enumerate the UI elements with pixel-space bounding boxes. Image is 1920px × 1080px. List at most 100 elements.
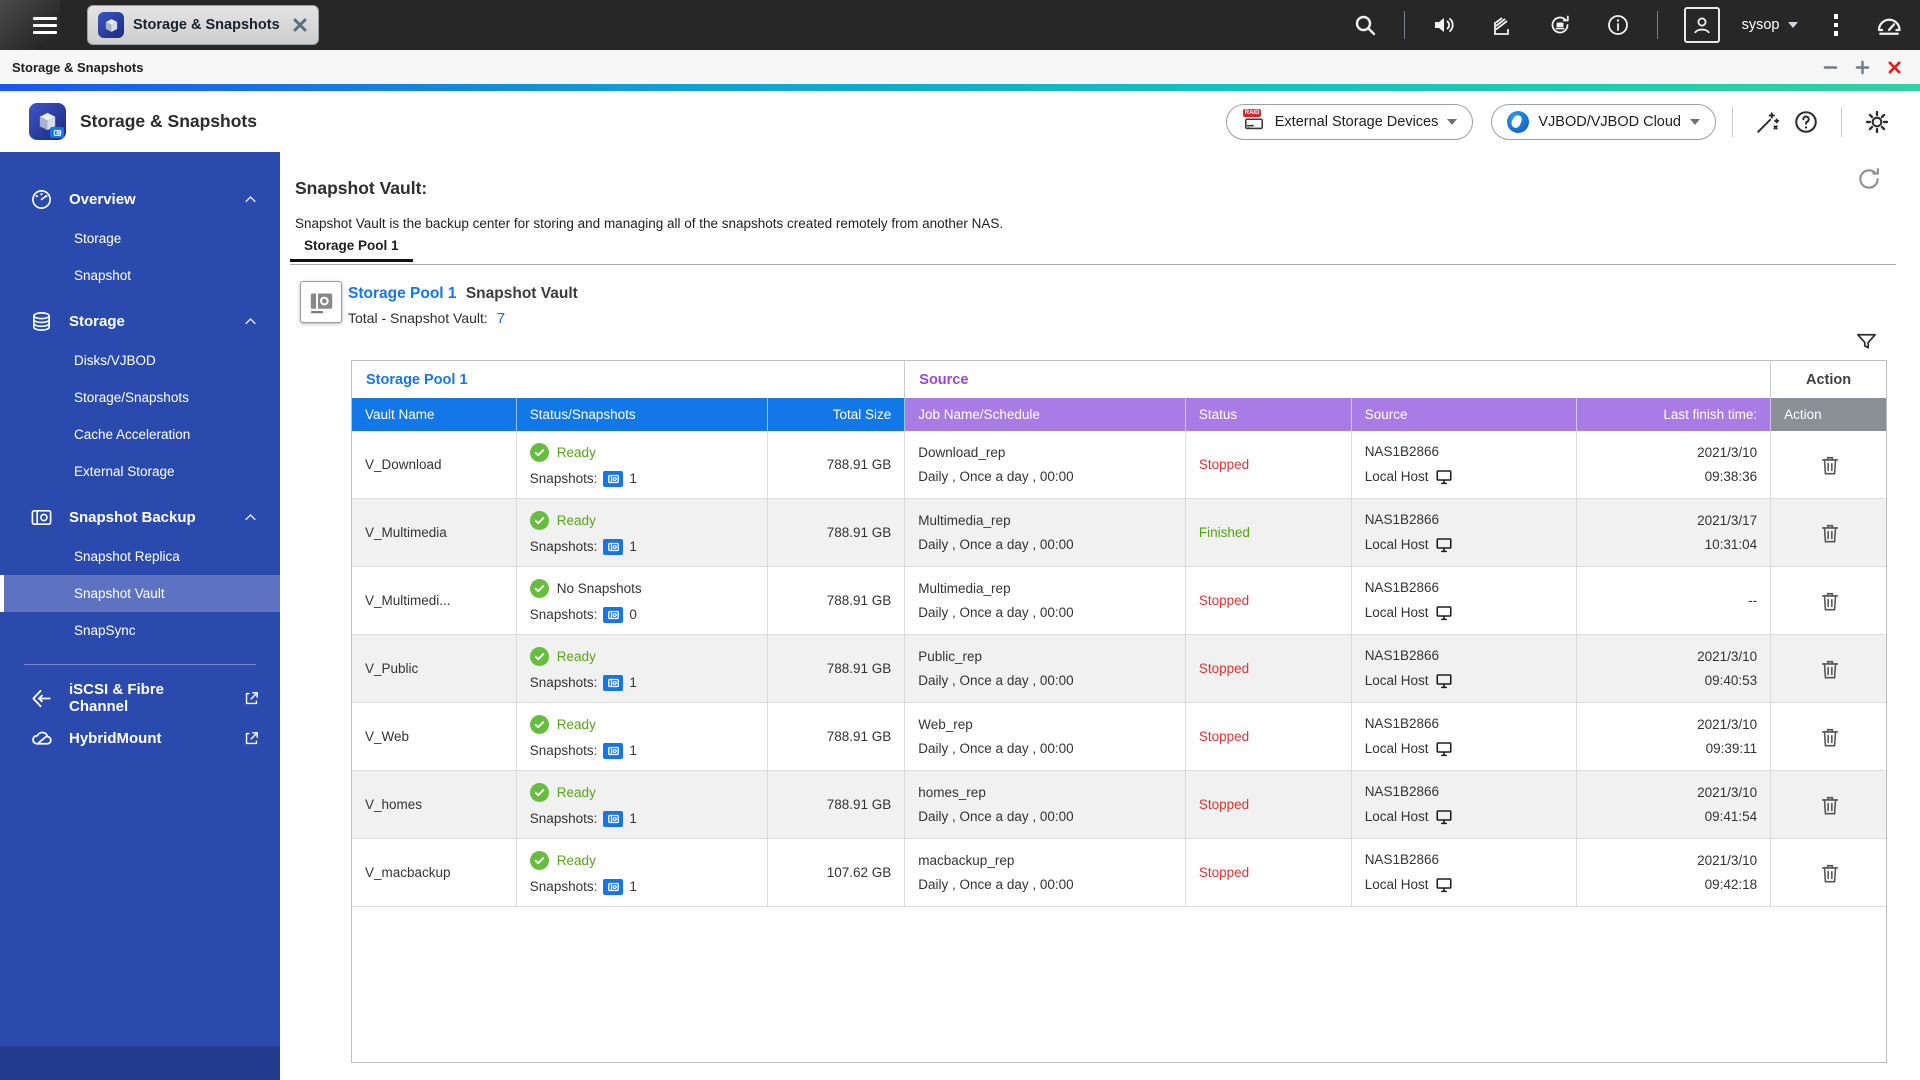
close-window-icon[interactable] [1887,60,1902,75]
table-row[interactable]: V_Web Ready Snapshots: 1 788.91 GB Web_r… [352,703,1886,771]
background-tasks-icon[interactable] [1490,13,1514,37]
filter-icon[interactable] [1855,330,1878,353]
main-menu-icon[interactable] [33,16,57,34]
source-cell: NAS1B2866 Local Host [1352,499,1578,566]
header-separator [1732,106,1733,137]
snapshots-label: Snapshots: [529,607,598,622]
pool-link[interactable]: Storage Pool 1 [348,285,457,302]
vjbod-cloud-button[interactable]: VJBOD/VJBOD Cloud [1491,103,1716,140]
action-cell [1771,839,1886,906]
job-schedule: Daily , Once a day , 00:00 [918,673,1074,688]
job-status-cell: Stopped [1186,839,1352,906]
sidebar-group-snapshot-backup[interactable]: Snapshot Backup [0,496,280,538]
finish-time: 10:31:04 [1704,537,1758,552]
vjbod-icon [1507,110,1530,133]
header-separator [1841,106,1842,137]
col-status[interactable]: Status [1185,398,1352,431]
source-name: NAS1B2866 [1364,851,1439,867]
col-total-size[interactable]: Total Size [768,398,906,431]
delete-vault-icon[interactable] [1819,658,1841,680]
status-snapshots-cell: No Snapshots Snapshots: 0 [517,567,769,634]
sidebar-item-snapsync[interactable]: SnapSync [0,612,280,649]
sidebar-item-overview-snapshot[interactable]: Snapshot [0,257,280,294]
sidebar-item-hybridmount[interactable]: HybridMount [0,718,280,758]
finish-time: 09:40:53 [1704,673,1758,688]
sidebar-group-overview[interactable]: Overview [0,178,280,220]
table-row[interactable]: V_Public Ready Snapshots: 1 788.91 GB Pu… [352,635,1886,703]
vault-name-cell: V_homes [352,771,517,838]
delete-vault-icon[interactable] [1819,862,1841,884]
gear-icon[interactable] [1864,109,1890,135]
sidebar-item-external-storage[interactable]: External Storage [0,453,280,490]
col-vault-name[interactable]: Vault Name [352,398,517,431]
user-menu[interactable]: sysop [1742,17,1798,33]
total-size-cell: 788.91 GB [768,771,906,838]
info-icon[interactable] [1606,13,1630,37]
table-row[interactable]: V_Multimedi... No Snapshots Snapshots: 0… [352,567,1886,635]
window-titlebar: Storage & Snapshots [0,50,1920,84]
job-status-cell: Stopped [1186,771,1352,838]
chevron-down-icon [1787,22,1798,28]
avatar[interactable] [1683,7,1720,43]
table-row[interactable]: V_homes Ready Snapshots: 1 788.91 GB hom… [352,771,1886,839]
sidebar-item-snapshot-replica[interactable]: Snapshot Replica [0,538,280,575]
delete-vault-icon[interactable] [1819,590,1841,612]
delete-vault-icon[interactable] [1819,454,1841,476]
source-name: NAS1B2866 [1364,511,1439,527]
status-snapshots-cell: Ready Snapshots: 1 [517,703,769,770]
col-job-name[interactable]: Job Name/Schedule [905,398,1186,431]
delete-vault-icon[interactable] [1819,726,1841,748]
col-status-snapshots[interactable]: Status/Snapshots [516,398,769,431]
sidebar-item-snapshot-vault[interactable]: Snapshot Vault [0,575,280,612]
table-row[interactable]: V_Multimedia Ready Snapshots: 1 788.91 G… [352,499,1886,567]
status-snapshots-cell: Ready Snapshots: 1 [517,499,769,566]
tab-storage-pool-1[interactable]: Storage Pool 1 [290,238,413,262]
sidebar: Overview Storage Snapshot Storage Disks/… [0,152,280,1080]
source-cell: NAS1B2866 Local Host [1352,839,1578,906]
job-status-cell: Finished [1186,499,1352,566]
monitor-icon [1435,808,1453,826]
camera-icon [30,506,53,529]
help-icon[interactable] [1793,109,1819,135]
delete-vault-icon[interactable] [1819,522,1841,544]
snapshot-camera-icon [603,878,624,895]
cloud-icon [30,727,53,750]
table-row[interactable]: V_Download Ready Snapshots: 1 788.91 GB … [352,431,1886,499]
finish-date: 2021/3/10 [1697,785,1758,800]
table-row[interactable]: V_macbackup Ready Snapshots: 1 107.62 GB… [352,839,1886,907]
tab-close-icon[interactable] [292,17,308,33]
tab-track [290,264,1896,265]
col-last-finish[interactable]: Last finish time: [1577,398,1772,431]
sidebar-item-overview-storage[interactable]: Storage [0,220,280,257]
col-source[interactable]: Source [1351,398,1578,431]
wizard-wand-icon[interactable] [1755,109,1781,135]
maximize-icon[interactable] [1855,60,1870,75]
external-storage-devices-button[interactable]: RAID External Storage Devices [1225,103,1474,140]
minimize-icon[interactable] [1823,60,1838,75]
sidebar-item-cache-acceleration[interactable]: Cache Acceleration [0,416,280,453]
sidebar-group-storage[interactable]: Storage [0,300,280,342]
finish-date: 2021/3/10 [1697,853,1758,868]
iscsi-icon [30,687,53,710]
refresh-icon[interactable] [1856,166,1882,192]
status-ok-icon [529,714,549,734]
status-ok-icon [529,510,549,530]
resource-monitor-icon[interactable] [1874,10,1904,40]
snapshot-camera-icon [603,674,624,691]
delete-vault-icon[interactable] [1819,794,1841,816]
total-size-cell: 788.91 GB [768,431,906,498]
sidebar-item-iscsi-fibre-channel[interactable]: iSCSI & Fibre Channel [0,678,280,718]
snapshot-count: 1 [629,675,637,690]
sidebar-item-disks-vjbod[interactable]: Disks/VJBOD [0,342,280,379]
sync-notifications-icon[interactable] [1548,13,1572,37]
volume-icon[interactable] [1432,13,1456,37]
job-cell: macbackup_rep Daily , Once a day , 00:00 [905,839,1186,906]
search-icon[interactable] [1353,13,1377,37]
status-snapshots-cell: Ready Snapshots: 1 [517,635,769,702]
monitor-icon [1435,468,1453,486]
sidebar-item-storage-snapshots[interactable]: Storage/Snapshots [0,379,280,416]
more-options-icon[interactable] [1833,14,1838,36]
job-schedule: Daily , Once a day , 00:00 [918,605,1074,620]
app-tab[interactable]: Storage & Snapshots [87,5,319,45]
source-host: Local Host [1364,877,1429,892]
